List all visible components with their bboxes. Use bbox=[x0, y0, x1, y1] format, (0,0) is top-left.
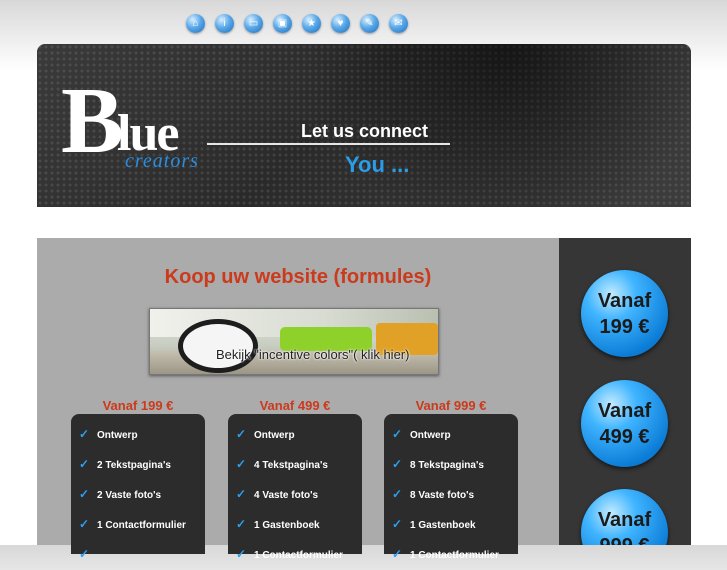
home-icon[interactable]: ⌂ bbox=[186, 14, 205, 33]
logo-subtitle: creators bbox=[125, 150, 199, 172]
feature-label: 1 Contactformulier bbox=[97, 519, 186, 531]
slogan-line-1: Let us connect bbox=[301, 121, 429, 141]
check-icon: ✓ bbox=[392, 487, 403, 501]
chat-icon[interactable]: ✎ bbox=[360, 14, 379, 33]
feature-label: 1 Gastenboek bbox=[254, 519, 320, 531]
plan-feature: ✓ 8 Tekstpagina's bbox=[384, 450, 518, 480]
check-icon: ✓ bbox=[236, 517, 247, 531]
feature-label: 4 Tekstpagina's bbox=[254, 459, 328, 471]
site-header: B lue creators Let us connect You ... bbox=[37, 44, 691, 207]
plan-999: Vanaf 999 € ✓ Ontwerp ✓ 8 Tekstpagina's ✓ 8… bbox=[384, 398, 518, 561]
plan-199: Vanaf 199 € ✓ Ontwerp ✓ 2 Tekstpagina's ✓ 2… bbox=[71, 398, 205, 561]
heart-icon[interactable]: ♥ bbox=[331, 14, 350, 33]
check-icon: ✓ bbox=[79, 547, 90, 561]
check-icon: ✓ bbox=[392, 547, 403, 561]
check-icon: ✓ bbox=[236, 547, 247, 561]
feature-label: 1 Gastenboek bbox=[410, 519, 476, 531]
plan-feature: ✓ 8 Vaste foto's bbox=[384, 480, 518, 510]
feature-label: 1 Contactformulier bbox=[254, 549, 343, 561]
check-icon: ✓ bbox=[79, 427, 90, 441]
plan-feature: ✓ 4 Vaste foto's bbox=[228, 480, 362, 510]
plan-feature: ✓ Ontwerp bbox=[228, 420, 362, 450]
feature-label: 2 Tekstpagina's bbox=[97, 459, 171, 471]
bubble-price: 499 € bbox=[599, 425, 650, 448]
logo[interactable]: B lue creators bbox=[61, 69, 251, 174]
bubble-label: Vanaf bbox=[597, 508, 652, 531]
banner-image-chair bbox=[178, 319, 258, 373]
plan-feature: ✓ Ontwerp bbox=[384, 420, 518, 450]
plan-499: Vanaf 499 € ✓ Ontwerp ✓ 4 Tekstpagina's ✓ 4… bbox=[228, 398, 362, 561]
feature-label: 1 Contactformulier bbox=[410, 549, 499, 561]
price-sidebar: Vanaf 199 € Vanaf 499 € Vanaf 999 € bbox=[559, 238, 691, 545]
feature-label: 8 Tekstpagina's bbox=[410, 459, 484, 471]
bubble-label: Vanaf bbox=[597, 399, 652, 422]
slogan-line-2: You ... bbox=[345, 152, 410, 177]
plan-feature: ✓ 2 Vaste foto's bbox=[71, 480, 205, 510]
plan-feature: ✓ 2 Tekstpagina's bbox=[71, 450, 205, 480]
monitor-icon[interactable]: ▭ bbox=[244, 14, 263, 33]
feature-label: 2 Vaste foto's bbox=[97, 489, 162, 501]
feature-label: Ontwerp bbox=[254, 429, 295, 441]
plan-feature: ✓ 1 Gastenboek bbox=[384, 510, 518, 540]
price-bubble-199[interactable]: Vanaf 199 € bbox=[581, 270, 668, 357]
bubble-label: Vanaf bbox=[597, 289, 652, 312]
check-icon: ✓ bbox=[79, 517, 90, 531]
feature-label: Ontwerp bbox=[97, 429, 138, 441]
page-title: Koop uw website (formules) bbox=[164, 266, 432, 288]
plan-card: ✓ Ontwerp ✓ 2 Tekstpagina's ✓ 2 Vaste foto'… bbox=[71, 414, 205, 561]
plan-card: ✓ Ontwerp ✓ 8 Tekstpagina's ✓ 8 Vaste foto'… bbox=[384, 414, 518, 561]
image-icon[interactable]: ▣ bbox=[273, 14, 292, 33]
star-icon[interactable]: ★ bbox=[302, 14, 321, 33]
plan-feature: ✓ Ontwerp bbox=[71, 420, 205, 450]
plan-feature: ✓ 1 Contactformulier bbox=[71, 510, 205, 540]
price-bubble-999[interactable]: Vanaf 999 € bbox=[581, 489, 668, 545]
plan-feature: ✓ 1 Gastenboek bbox=[228, 510, 362, 540]
check-icon: ✓ bbox=[236, 487, 247, 501]
plan-title: Vanaf 999 € bbox=[415, 398, 487, 413]
banner-caption[interactable]: Bekijk "incentive colors"( klik hier) bbox=[216, 347, 409, 362]
plan-title: Vanaf 499 € bbox=[259, 398, 331, 413]
top-navigation: ⌂ i ▭ ▣ ★ ♥ ✎ ✉ bbox=[186, 14, 408, 33]
plan-card: ✓ Ontwerp ✓ 4 Tekstpagina's ✓ 4 Vaste foto'… bbox=[228, 414, 362, 561]
bubble-price: 999 € bbox=[599, 533, 649, 546]
header-divider bbox=[207, 143, 450, 145]
feature-label: Ontwerp bbox=[410, 429, 451, 441]
info-icon[interactable]: i bbox=[215, 14, 234, 33]
check-icon: ✓ bbox=[79, 457, 90, 471]
plan-title: Vanaf 199 € bbox=[102, 398, 174, 413]
check-icon: ✓ bbox=[236, 457, 247, 471]
check-icon: ✓ bbox=[79, 487, 90, 501]
feature-label: 8 Vaste foto's bbox=[410, 489, 475, 501]
check-icon: ✓ bbox=[392, 427, 403, 441]
check-icon: ✓ bbox=[392, 457, 403, 471]
plan-feature: ✓ 4 Tekstpagina's bbox=[228, 450, 362, 480]
logo-letter: B bbox=[61, 69, 124, 173]
check-icon: ✓ bbox=[236, 427, 247, 441]
incentive-colors-banner[interactable]: Bekijk "incentive colors"( klik hier) bbox=[149, 308, 439, 375]
price-bubble-499[interactable]: Vanaf 499 € bbox=[581, 380, 668, 467]
main-content: Koop uw website (formules) Bekijk "incen… bbox=[37, 238, 559, 561]
feature-label: 4 Vaste foto's bbox=[254, 489, 319, 501]
bubble-price: 199 € bbox=[599, 315, 650, 338]
mail-icon[interactable]: ✉ bbox=[389, 14, 408, 33]
check-icon: ✓ bbox=[392, 517, 403, 531]
